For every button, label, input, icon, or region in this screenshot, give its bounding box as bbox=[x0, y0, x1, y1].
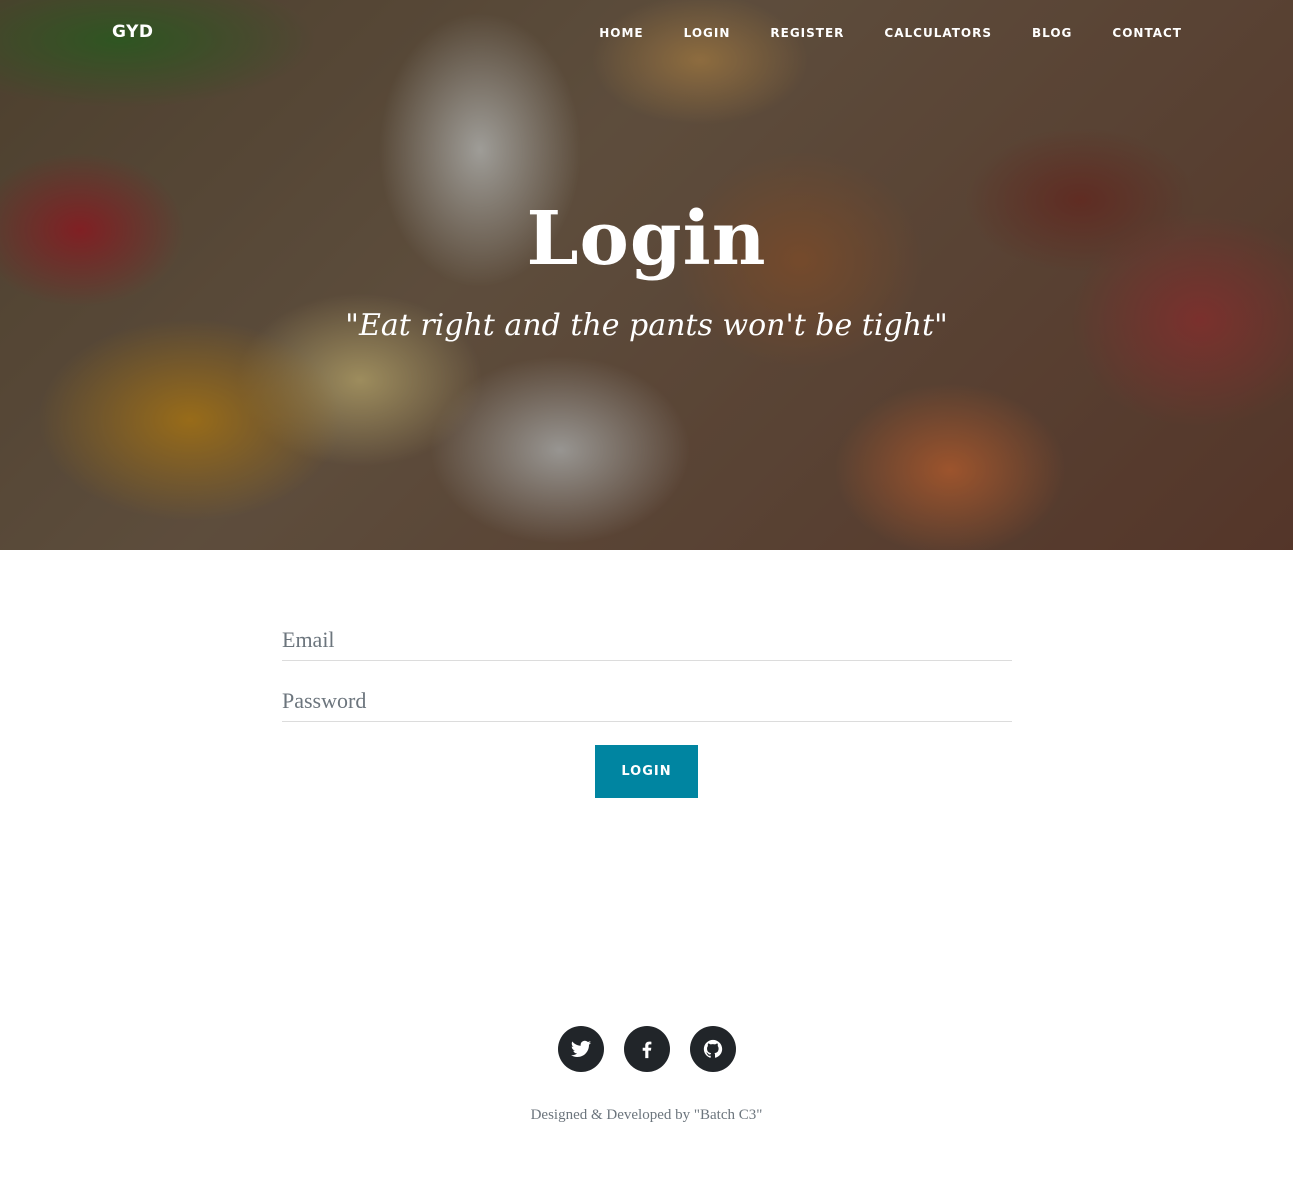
nav-register[interactable]: REGISTER bbox=[770, 26, 844, 40]
nav-login[interactable]: LOGIN bbox=[684, 26, 731, 40]
twitter-link[interactable] bbox=[557, 1026, 604, 1072]
nav-contact[interactable]: CONTACT bbox=[1112, 26, 1182, 40]
twitter-icon bbox=[570, 1040, 591, 1057]
masthead: GYD HOME LOGIN REGISTER CALCULATORS BLOG… bbox=[0, 0, 1293, 550]
login-form bbox=[282, 610, 1012, 722]
password-field[interactable] bbox=[282, 671, 1012, 722]
facebook-icon bbox=[642, 1041, 651, 1059]
page-title: Login bbox=[526, 196, 767, 282]
github-link[interactable] bbox=[689, 1026, 736, 1072]
login-button[interactable]: LOGIN bbox=[595, 745, 698, 798]
footer-credit: Designed & Developed by "Batch C3" bbox=[530, 1107, 763, 1123]
nav-home[interactable]: HOME bbox=[599, 26, 643, 40]
github-icon bbox=[703, 1039, 722, 1058]
page-subtitle: "Eat right and the pants won't be tight" bbox=[345, 308, 948, 343]
facebook-link[interactable] bbox=[623, 1026, 670, 1072]
social-links bbox=[0, 1026, 1293, 1072]
nav-calculators[interactable]: CALCULATORS bbox=[884, 26, 992, 40]
email-field[interactable] bbox=[282, 610, 1012, 661]
brand-logo[interactable]: GYD bbox=[112, 22, 154, 42]
nav-blog[interactable]: BLOG bbox=[1032, 26, 1072, 40]
main-nav: HOME LOGIN REGISTER CALCULATORS BLOG CON… bbox=[559, 26, 1182, 40]
